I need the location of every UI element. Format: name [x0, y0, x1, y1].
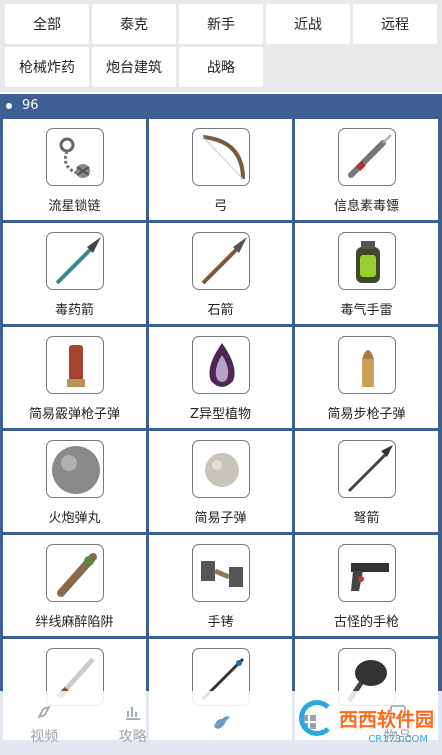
rifle-bullet-icon [337, 336, 396, 394]
meteor-chain-icon [45, 128, 104, 186]
item-card[interactable]: 弓 [149, 119, 292, 220]
tab-label: 视频 [30, 728, 59, 745]
filter-firearms[interactable]: 枪械炸药 [5, 47, 89, 87]
item-name: Z异型植物 [190, 407, 251, 422]
bar-chart-icon [125, 706, 140, 720]
cannon-ball-icon [45, 440, 104, 498]
filter-bar: 全部 泰克 新手 近战 远程 枪械炸药 炮台建筑 战略 [0, 0, 442, 92]
item-name: 流星锁链 [48, 199, 101, 214]
item-name: 古怪的手枪 [333, 615, 399, 630]
filter-strategy[interactable]: 战略 [179, 47, 263, 87]
watermark-text: 西西软件园 [338, 708, 434, 731]
item-name: 简易子弹 [194, 511, 247, 526]
compass-icon [37, 705, 51, 718]
item-card[interactable]: 简易步枪子弹 [295, 327, 438, 428]
item-card[interactable]: 简易子弹 [149, 431, 292, 532]
bow-icon [191, 128, 250, 186]
item-name: 信息素毒镖 [333, 199, 399, 214]
item-name: 毒气手雷 [340, 303, 393, 318]
item-count: 96 [22, 98, 39, 113]
filter-all[interactable]: 全部 [5, 4, 89, 44]
item-card[interactable]: 弩箭 [295, 431, 438, 532]
item-grid: 流星锁链 弓 信息素毒镖 毒药箭 石箭 毒气手雷 简易霰弹枪子弹 Z异型植物 简… [0, 117, 442, 755]
dinosaur-icon [213, 715, 230, 729]
bullet-icon [6, 102, 12, 109]
filter-turrets[interactable]: 炮台建筑 [92, 47, 176, 87]
item-name: 火炮弹丸 [48, 511, 101, 526]
tab-video[interactable]: 视频 [0, 691, 88, 755]
item-card[interactable]: 毒气手雷 [295, 223, 438, 324]
tripwire-trap-icon [45, 544, 104, 602]
poison-grenade-icon [337, 232, 396, 290]
filter-melee[interactable]: 近战 [266, 4, 350, 44]
item-name: 简易步枪子弹 [327, 407, 406, 422]
item-card[interactable]: 流星锁链 [3, 119, 146, 220]
item-name: 手铐 [207, 615, 234, 630]
item-name: 弩箭 [353, 511, 380, 526]
watermark-subtext: CR173.COM [368, 734, 428, 745]
watermark-g-icon [298, 700, 335, 736]
filter-tek[interactable]: 泰克 [92, 4, 176, 44]
item-count-bar: 96 [0, 94, 442, 117]
item-card[interactable]: 绊线麻醉陷阱 [3, 535, 146, 636]
pheromone-dart-icon [337, 128, 396, 186]
handcuffs-icon [191, 544, 250, 602]
item-card[interactable]: 石箭 [149, 223, 292, 324]
item-name: 毒药箭 [54, 303, 94, 318]
flare-gun-icon [337, 544, 396, 602]
tab-dinosaur[interactable] [177, 691, 265, 755]
watermark-logo: 西西软件园 CR173.COM [298, 700, 434, 745]
simple-bullet-icon [191, 440, 250, 498]
item-card[interactable]: 手铐 [149, 535, 292, 636]
item-name: 石箭 [207, 303, 234, 318]
item-card[interactable]: 毒药箭 [3, 223, 146, 324]
item-card[interactable]: 信息素毒镖 [295, 119, 438, 220]
item-name: 弓 [213, 199, 227, 214]
shotgun-shell-icon [45, 336, 104, 394]
item-card[interactable]: Z异型植物 [149, 327, 292, 428]
tab-label: 攻略 [118, 728, 147, 745]
item-card[interactable]: 火炮弹丸 [3, 431, 146, 532]
item-name: 简易霰弹枪子弹 [28, 407, 120, 422]
stone-arrow-icon [191, 232, 250, 290]
filter-beginner[interactable]: 新手 [179, 4, 263, 44]
plant-z-seed-icon [191, 336, 250, 394]
item-name: 绊线麻醉陷阱 [35, 615, 114, 630]
tab-guide[interactable]: 攻略 [88, 691, 176, 755]
poison-arrow-icon [45, 232, 104, 290]
item-card[interactable]: 古怪的手枪 [295, 535, 438, 636]
filter-ranged[interactable]: 远程 [353, 4, 437, 44]
crossbow-bolt-icon [337, 440, 396, 498]
item-card[interactable]: 简易霰弹枪子弹 [3, 327, 146, 428]
